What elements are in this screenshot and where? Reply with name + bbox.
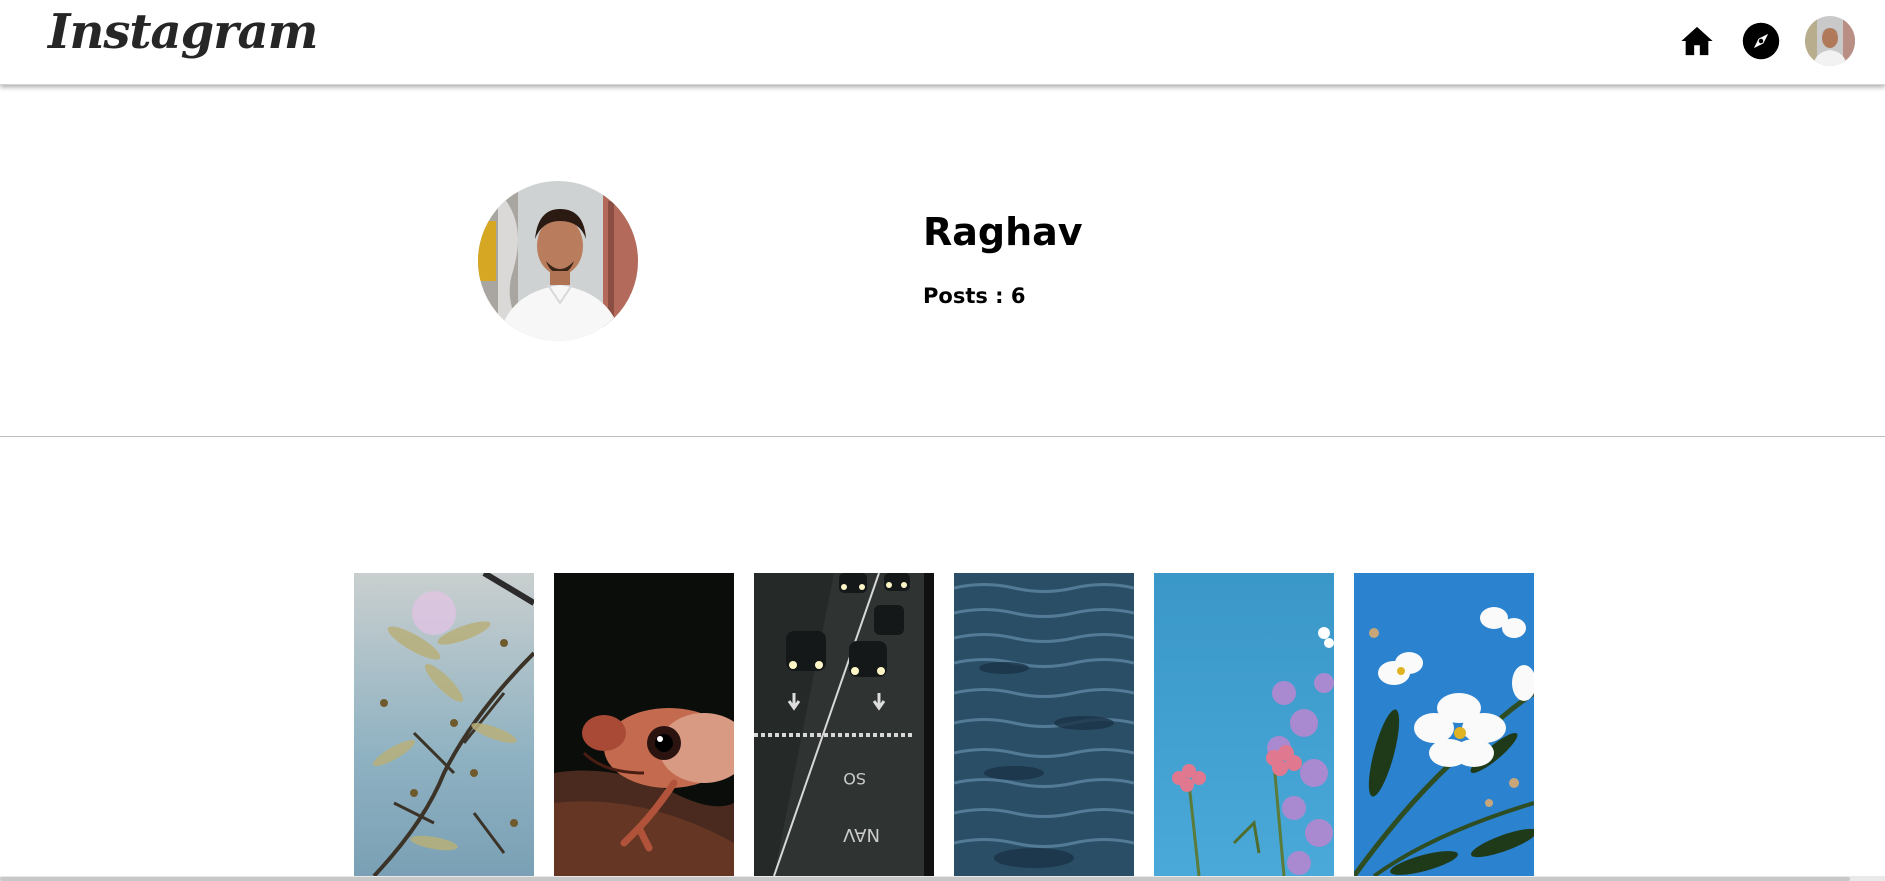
post-image-white-flowers (1354, 573, 1534, 876)
post-tile[interactable] (1354, 573, 1534, 876)
profile-avatar-nav[interactable] (1805, 16, 1855, 66)
instagram-logo[interactable]: Instagram (48, 4, 318, 60)
post-image-branches (354, 573, 534, 876)
section-divider (0, 436, 1885, 437)
profile-avatar[interactable] (478, 181, 638, 341)
profile-photo (478, 181, 638, 341)
post-tile[interactable] (954, 573, 1134, 876)
compass-icon (1742, 22, 1780, 60)
profile-info: Raghav Posts : 6 (923, 210, 1083, 308)
post-tile[interactable] (1154, 573, 1334, 876)
post-image-highway: SO NAV (754, 573, 934, 876)
post-image-pink-flowers (1154, 573, 1334, 876)
post-image-ocean (954, 573, 1134, 876)
top-navbar: Instagram (0, 0, 1885, 85)
home-button[interactable] (1677, 21, 1717, 61)
home-icon (1681, 26, 1713, 56)
post-image-frog (554, 573, 734, 876)
horizontal-scrollbar-thumb[interactable] (0, 877, 1850, 881)
post-tile[interactable] (554, 573, 734, 876)
post-tile[interactable] (354, 573, 534, 876)
avatar-photo-icon (1805, 16, 1855, 66)
svg-text:SO: SO (843, 769, 866, 788)
profile-post-count: Posts : 6 (923, 284, 1026, 308)
explore-button[interactable] (1741, 21, 1781, 61)
post-tile[interactable]: SO NAV (754, 573, 934, 876)
profile-username: Raghav (923, 210, 1083, 254)
posts-gallery: SO NAV (354, 573, 1534, 876)
svg-text:NAV: NAV (842, 824, 880, 845)
nav-icons (1677, 16, 1855, 66)
